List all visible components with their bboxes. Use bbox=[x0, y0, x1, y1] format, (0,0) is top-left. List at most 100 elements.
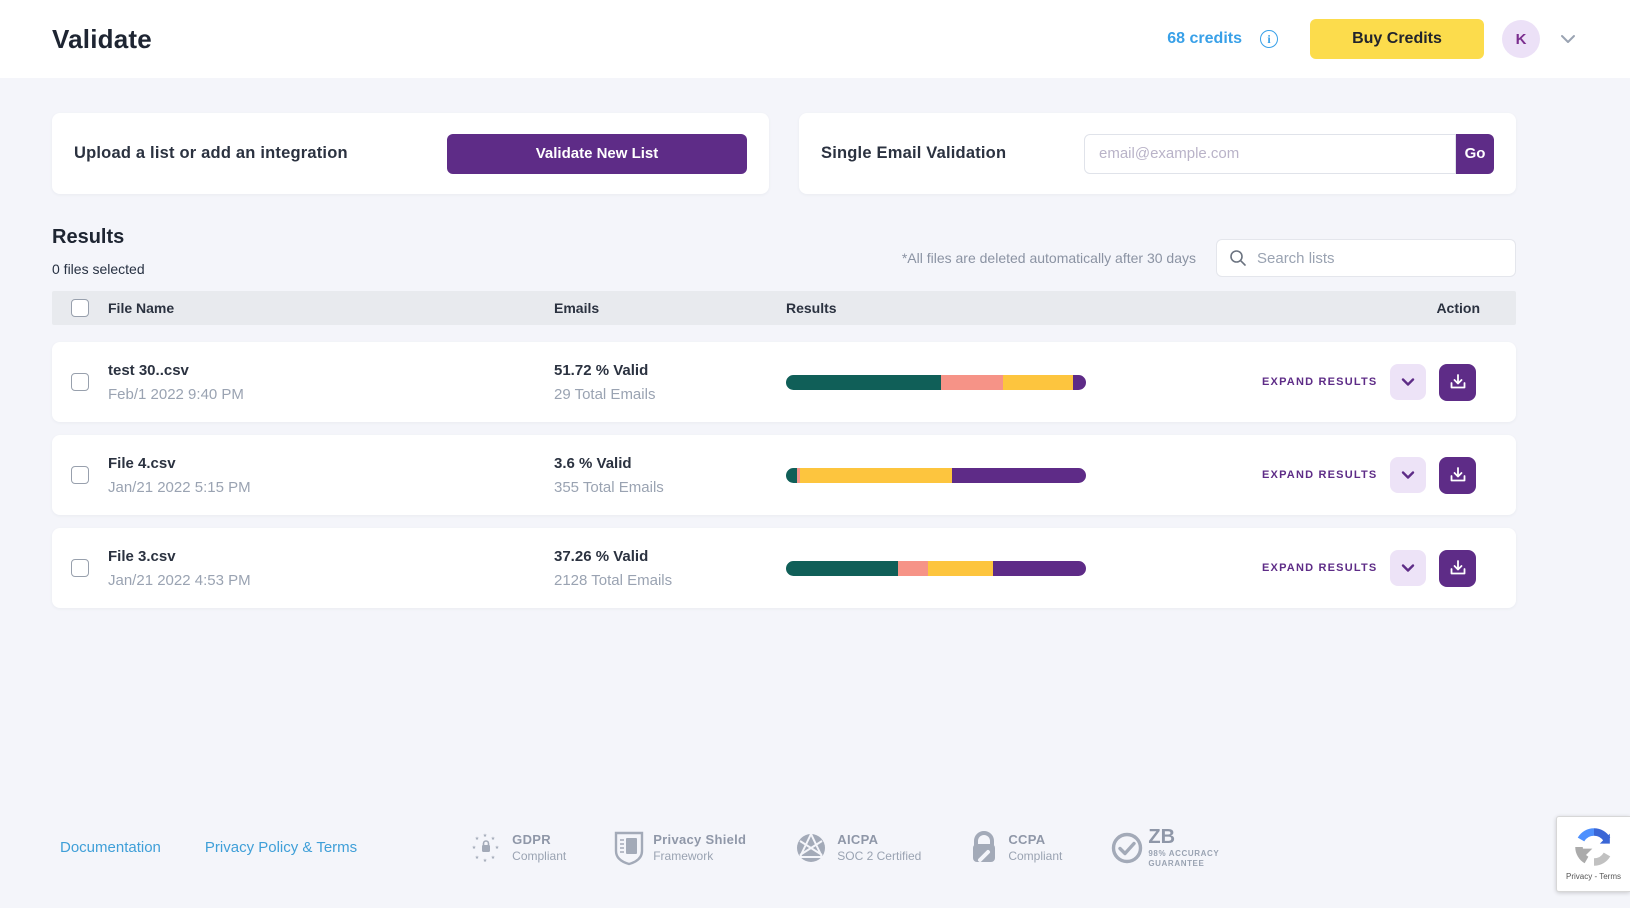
aicpa-globe-icon bbox=[794, 831, 828, 865]
svg-text:★: ★ bbox=[491, 855, 496, 861]
account-menu-chevron-icon[interactable] bbox=[1558, 29, 1578, 49]
recaptcha-badge[interactable]: Privacy - Terms bbox=[1556, 816, 1630, 892]
badge-title: GDPR bbox=[512, 832, 566, 847]
bar-segment-salmon bbox=[941, 375, 1003, 390]
results-distribution-bar bbox=[786, 375, 1086, 390]
valid-percentage: 37.26 % Valid bbox=[554, 548, 782, 565]
valid-percentage: 3.6 % Valid bbox=[554, 455, 782, 472]
auto-delete-note: *All files are deleted automatically aft… bbox=[902, 250, 1196, 266]
download-icon bbox=[1449, 559, 1467, 577]
svg-text:★: ★ bbox=[483, 858, 488, 864]
download-results-button[interactable] bbox=[1439, 457, 1476, 494]
row-expand-chevron-button[interactable] bbox=[1390, 457, 1426, 493]
svg-text:★: ★ bbox=[475, 855, 480, 861]
bar-segment-salmon bbox=[898, 561, 928, 576]
single-email-validation-card: Single Email Validation Go bbox=[799, 113, 1516, 194]
row-checkbox[interactable] bbox=[71, 559, 89, 577]
download-results-button[interactable] bbox=[1439, 550, 1476, 587]
search-lists-box[interactable] bbox=[1216, 239, 1516, 277]
badge-subtitle: Compliant bbox=[512, 849, 566, 863]
row-expand-chevron-button[interactable] bbox=[1390, 364, 1426, 400]
buy-credits-button[interactable]: Buy Credits bbox=[1310, 19, 1484, 59]
top-bar: Validate 68 credits i Buy Credits K bbox=[0, 0, 1630, 78]
upload-list-label: Upload a list or add an integration bbox=[74, 144, 348, 163]
expand-results-link[interactable]: EXPAND RESULTS bbox=[1262, 376, 1377, 388]
chevron-down-icon bbox=[1400, 467, 1416, 483]
recaptcha-icon bbox=[1574, 827, 1614, 867]
bar-segment-teal bbox=[786, 468, 797, 483]
email-input[interactable] bbox=[1084, 134, 1456, 174]
go-button[interactable]: Go bbox=[1456, 134, 1494, 174]
user-avatar[interactable]: K bbox=[1502, 20, 1540, 58]
bar-segment-teal bbox=[786, 561, 898, 576]
table-row: File 4.csv Jan/21 2022 5:15 PM 3.6 % Val… bbox=[52, 435, 1516, 515]
svg-text:★: ★ bbox=[475, 836, 480, 842]
search-icon bbox=[1229, 249, 1247, 267]
bar-segment-purple bbox=[952, 468, 1086, 483]
badge-subtitle: SOC 2 Certified bbox=[837, 849, 921, 863]
row-checkbox[interactable] bbox=[71, 373, 89, 391]
download-results-button[interactable] bbox=[1439, 364, 1476, 401]
search-lists-input[interactable] bbox=[1257, 250, 1503, 267]
bar-segment-purple bbox=[993, 561, 1086, 576]
badge-gdpr: ★★★★★★★★ GDPR Compliant bbox=[469, 831, 566, 865]
valid-percentage: 51.72 % Valid bbox=[554, 362, 782, 379]
compliance-badges: ★★★★★★★★ GDPR Compliant Privacy ShieldFrame… bbox=[469, 826, 1220, 869]
file-date: Jan/21 2022 5:15 PM bbox=[108, 479, 542, 496]
file-date: Jan/21 2022 4:53 PM bbox=[108, 572, 542, 589]
badge-title: AICPA bbox=[837, 832, 921, 847]
results-section-title: Results bbox=[52, 226, 145, 249]
svg-text:★: ★ bbox=[472, 845, 477, 851]
badge-privacy-shield: Privacy ShieldFramework bbox=[614, 830, 746, 866]
table-row: test 30..csv Feb/1 2022 9:40 PM 51.72 % … bbox=[52, 342, 1516, 422]
badge-subtitle: Compliant bbox=[1008, 849, 1062, 863]
badge-title: CCPA bbox=[1008, 832, 1062, 847]
gdpr-stars-lock-icon: ★★★★★★★★ bbox=[469, 831, 503, 865]
svg-text:★: ★ bbox=[483, 833, 488, 839]
expand-results-link[interactable]: EXPAND RESULTS bbox=[1262, 469, 1377, 481]
column-header-action: Action bbox=[1254, 300, 1516, 316]
select-all-checkbox[interactable] bbox=[71, 299, 89, 317]
row-checkbox[interactable] bbox=[71, 466, 89, 484]
results-table-body: test 30..csv Feb/1 2022 9:40 PM 51.72 % … bbox=[52, 342, 1516, 608]
file-name: File 3.csv bbox=[108, 548, 542, 565]
credits-info-icon[interactable]: i bbox=[1260, 30, 1278, 48]
badge-title: ZB bbox=[1148, 826, 1220, 849]
expand-results-link[interactable]: EXPAND RESULTS bbox=[1262, 562, 1377, 574]
bar-segment-purple bbox=[1073, 375, 1086, 390]
file-date: Feb/1 2022 9:40 PM bbox=[108, 386, 542, 403]
privacy-shield-icon bbox=[614, 830, 644, 866]
table-header: File Name Emails Results Action bbox=[52, 291, 1516, 325]
column-header-file-name: File Name bbox=[108, 300, 542, 316]
bar-segment-teal bbox=[786, 375, 941, 390]
badge-zb: ZB98% ACCURACY GUARANTEE bbox=[1110, 826, 1220, 869]
bar-segment-yellow bbox=[928, 561, 993, 576]
zb-check-icon bbox=[1110, 831, 1144, 865]
badge-ccpa: CCPA Compliant bbox=[969, 830, 1062, 866]
chevron-down-icon bbox=[1400, 374, 1416, 390]
svg-text:★: ★ bbox=[491, 836, 496, 842]
total-emails: 2128 Total Emails bbox=[554, 572, 782, 589]
single-email-validation-label: Single Email Validation bbox=[821, 144, 1006, 163]
upload-list-card: Upload a list or add an integration Vali… bbox=[52, 113, 769, 194]
file-name: File 4.csv bbox=[108, 455, 542, 472]
download-icon bbox=[1449, 373, 1467, 391]
total-emails: 355 Total Emails bbox=[554, 479, 782, 496]
privacy-policy-terms-link[interactable]: Privacy Policy & Terms bbox=[205, 839, 357, 856]
download-icon bbox=[1449, 466, 1467, 484]
documentation-link[interactable]: Documentation bbox=[60, 839, 161, 856]
validate-new-list-button[interactable]: Validate New List bbox=[447, 134, 747, 174]
results-distribution-bar bbox=[786, 561, 1086, 576]
file-name: test 30..csv bbox=[108, 362, 542, 379]
column-header-results: Results bbox=[782, 300, 1254, 316]
recaptcha-privacy-terms[interactable]: Privacy - Terms bbox=[1566, 872, 1621, 881]
row-expand-chevron-button[interactable] bbox=[1390, 550, 1426, 586]
column-header-emails: Emails bbox=[542, 300, 782, 316]
results-distribution-bar bbox=[786, 468, 1086, 483]
chevron-down-icon bbox=[1400, 560, 1416, 576]
page-title: Validate bbox=[52, 24, 152, 55]
files-selected-count: 0 files selected bbox=[52, 261, 145, 277]
table-row: File 3.csv Jan/21 2022 4:53 PM 37.26 % V… bbox=[52, 528, 1516, 608]
bar-segment-yellow bbox=[800, 468, 952, 483]
credits-balance-link[interactable]: 68 credits bbox=[1167, 30, 1242, 48]
